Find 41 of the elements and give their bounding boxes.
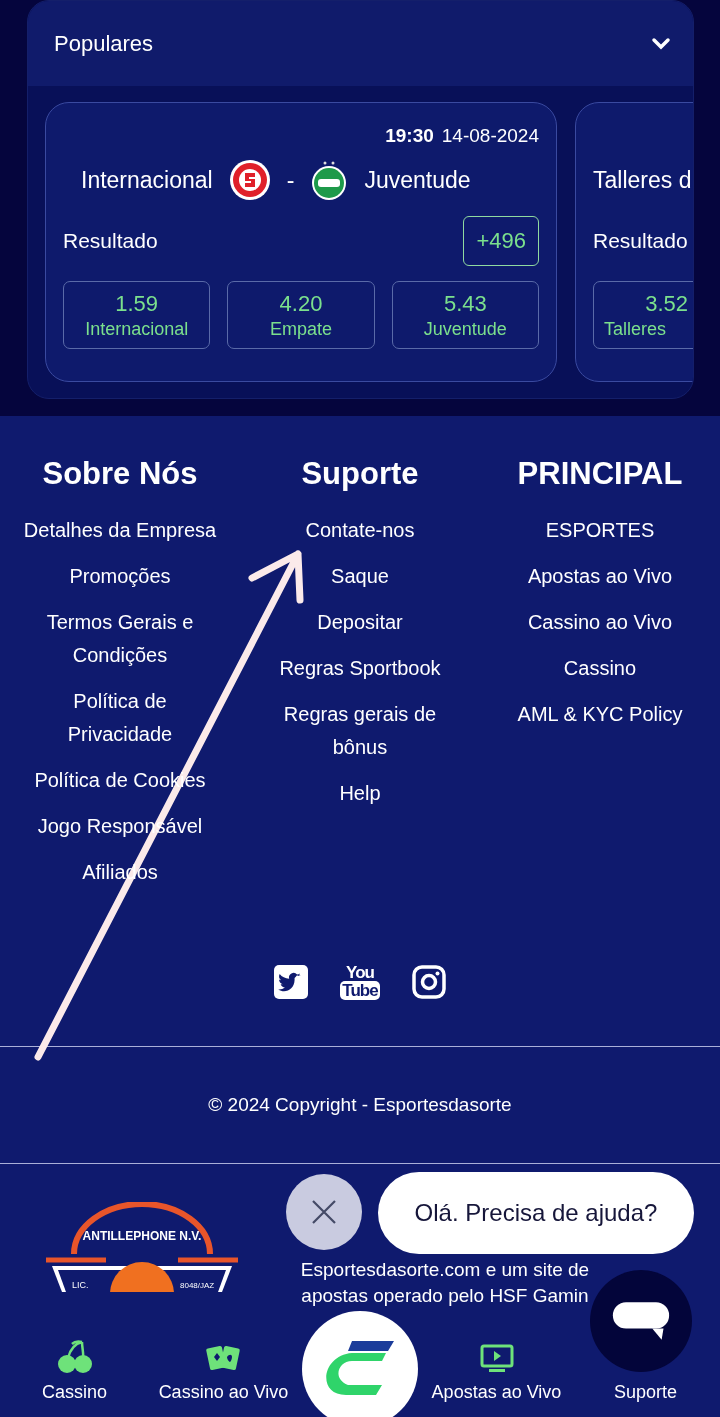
team-name: Talleres d [593,166,692,194]
match-card[interactable]: Talleres d Resultado 3.52 Talleres [575,102,693,382]
odds-button[interactable]: 3.52 Talleres [593,281,693,349]
footer-link[interactable]: Regras gerais de bônus [260,698,460,764]
match-date: 14-08-2024 [441,125,539,147]
market-label: Resultado [593,229,688,253]
footer-link[interactable]: Apostas ao Vivo [527,560,673,593]
panel-title: Populares [54,30,154,57]
team-name: Internacional [81,166,213,194]
footer-link[interactable]: Cassino [563,652,637,685]
footer-link[interactable]: Depositar [317,606,403,639]
nav-tab[interactable]: Suporte [571,1382,720,1417]
team-name: Juventude [364,166,471,194]
footer-link[interactable]: Termos Gerais e Condições [20,606,220,672]
market-label: Resultado [63,229,158,253]
footer-link[interactable]: Saque [331,560,389,593]
license-text: Esportesdasorte.com e um site de apostas operado pelo HSF Gamin [299,1258,591,1308]
match-time: 19:30 [385,125,434,147]
footer-heading: PRINCIPAL [517,456,683,492]
odds-button[interactable]: 1.59 Internacional [63,281,211,349]
footer-link[interactable]: Regras Sportbook [279,652,441,685]
footer-link[interactable]: Contate-nos [305,514,415,547]
footer-link[interactable]: ESPORTES [545,514,655,547]
footer-link[interactable]: Detalhes da Empresa [23,514,217,547]
score-separator: - [286,166,295,194]
odds-button[interactable]: 5.43 Juventude [391,281,539,349]
footer-link[interactable]: Help [339,777,381,810]
footer-link[interactable]: Política de Privacidade [20,685,220,751]
copyright-text: © 2024 Copyright - Esportesdasorte [208,1094,512,1116]
nav-tab[interactable]: Cassino [0,1340,149,1417]
match-card[interactable]: 19:30 14-08-2024 Internacional - Juventude Resultado +496 1.59 Internacional 4.20 Empate 5.43 Juventude [45,102,557,382]
footer-heading: Suporte [301,456,419,492]
odds-button[interactable]: 4.20 Empate [227,281,375,349]
footer-link[interactable]: Promoções [69,560,171,593]
footer-link[interactable]: Cassino ao Vivo [527,606,673,639]
chat-greeting: Olá. Precisa de ajuda? [414,1199,658,1227]
footer-heading: Sobre Nós [42,456,198,492]
nav-tab[interactable]: Cassino ao Vivo [149,1344,298,1417]
footer-link[interactable]: AML & KYC Policy [517,698,683,731]
nav-tab[interactable]: Apostas ao Vivo [422,1344,571,1417]
more-markets-button[interactable]: +496 [463,216,539,266]
